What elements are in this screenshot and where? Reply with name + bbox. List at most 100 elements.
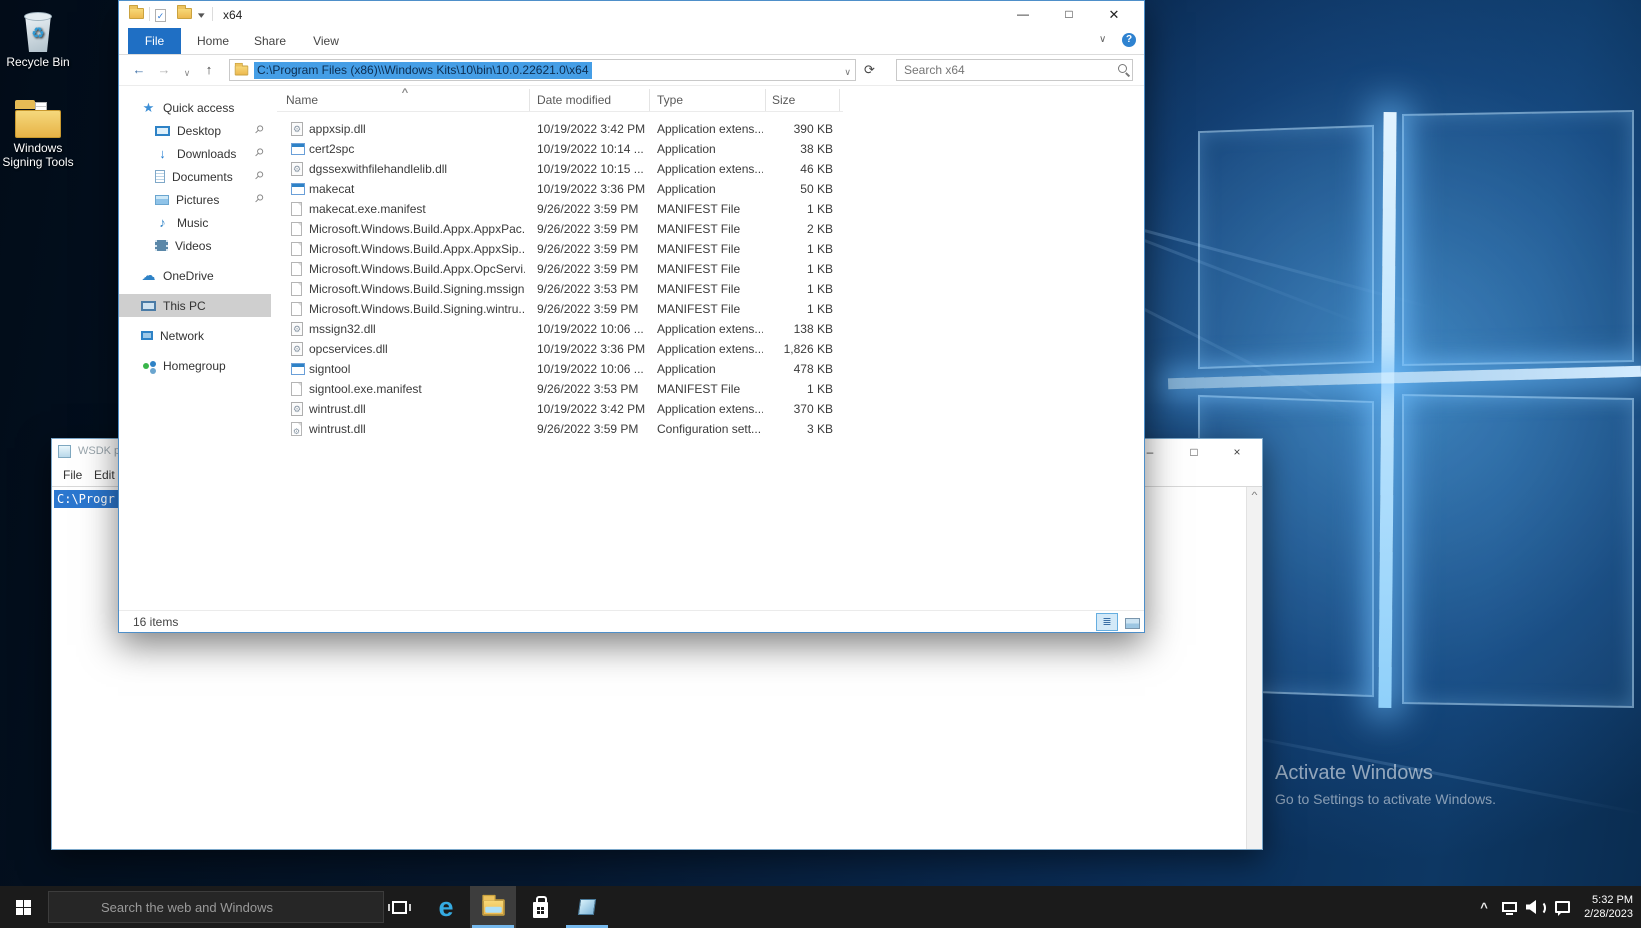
maximize-button[interactable]: □ [1055, 5, 1083, 24]
column-divider[interactable] [649, 89, 650, 111]
search-box[interactable] [896, 59, 1133, 81]
file-date-modified: 10/19/2022 10:06 ... [537, 362, 649, 376]
start-button[interactable] [0, 886, 48, 928]
file-size: 390 KB [747, 122, 833, 136]
explorer-titlebar[interactable]: ✓ ▾ x64 — □ ✕ [119, 1, 1144, 28]
tab-view[interactable]: View [303, 28, 349, 54]
file-row[interactable]: appxsip.dll10/19/2022 3:42 PMApplication… [277, 119, 843, 139]
sidebar-item-network[interactable]: Network [119, 324, 271, 347]
taskbar-notepad-button[interactable] [564, 886, 610, 928]
task-view-button[interactable] [376, 886, 422, 928]
dll-file-icon [291, 342, 303, 356]
customize-toolbar-chevron-icon[interactable]: ▾ [198, 10, 205, 21]
up-button[interactable]: ↑ [199, 61, 219, 79]
large-icons-view-button[interactable] [1120, 613, 1142, 631]
expand-ribbon-chevron-icon[interactable]: ∨ [1099, 34, 1106, 45]
notepad-icon [578, 899, 596, 915]
folder-icon [235, 66, 249, 76]
maximize-button[interactable]: □ [1183, 443, 1205, 461]
sidebar-item-music[interactable]: Music [119, 211, 271, 234]
action-center-icon [1555, 901, 1570, 913]
file-row[interactable]: signtool10/19/2022 10:06 ...Application4… [277, 359, 843, 379]
sidebar-item-downloads[interactable]: Downloads⚲ [119, 142, 271, 165]
taskbar-search-input[interactable] [49, 892, 383, 922]
forward-button[interactable]: → [154, 61, 174, 79]
properties-icon[interactable]: ✓ [155, 9, 166, 22]
sidebar-item-homegroup[interactable]: Homegroup [119, 354, 271, 377]
desktop-icon-recycle-bin[interactable]: ♻ Recycle Bin [0, 8, 76, 69]
column-header-date-modified[interactable]: Date modified [537, 93, 611, 107]
back-button[interactable]: ← [129, 61, 149, 79]
sidebar-item-this-pc[interactable]: This PC [119, 294, 271, 317]
taskbar-search-box[interactable] [48, 891, 384, 923]
notepad-scrollbar[interactable]: ^ [1246, 487, 1262, 849]
file-date-modified: 9/26/2022 3:59 PM [537, 302, 649, 316]
file-row[interactable]: signtool.exe.manifest9/26/2022 3:53 PMMA… [277, 379, 843, 399]
details-view-button[interactable]: ≣ [1096, 613, 1118, 631]
new-folder-icon[interactable] [177, 8, 192, 19]
volume-tray-button[interactable] [1523, 886, 1547, 928]
tab-file[interactable]: File [128, 28, 181, 54]
menu-file[interactable]: File [63, 468, 82, 482]
file-row[interactable]: Microsoft.Windows.Build.Appx.OpcServi...… [277, 259, 843, 279]
column-divider[interactable] [529, 89, 530, 111]
sidebar-item-label: Documents [172, 170, 233, 184]
file-date-modified: 10/19/2022 3:36 PM [537, 342, 649, 356]
search-icon[interactable] [1118, 64, 1127, 73]
close-button[interactable]: ✕ [1100, 5, 1128, 24]
file-row[interactable]: cert2spc10/19/2022 10:14 ...Application3… [277, 139, 843, 159]
sidebar-item-desktop[interactable]: Desktop⚲ [119, 119, 271, 142]
scroll-up-icon[interactable]: ^ [1244, 490, 1265, 500]
column-header-size[interactable]: Size [772, 93, 795, 107]
column-header-name[interactable]: Name [286, 93, 318, 107]
folder-front-icon [15, 110, 61, 138]
close-button[interactable]: × [1226, 443, 1248, 461]
tab-home[interactable]: Home [189, 28, 237, 54]
desktop-icon-label: Recycle Bin [0, 55, 76, 69]
search-input[interactable] [897, 60, 1132, 80]
refresh-button[interactable]: ⟳ [864, 63, 875, 77]
sidebar-item-onedrive[interactable]: OneDrive [119, 264, 271, 287]
file-row[interactable]: makecat.exe.manifest9/26/2022 3:59 PMMAN… [277, 199, 843, 219]
column-divider[interactable] [839, 89, 840, 111]
sidebar-item-documents[interactable]: Documents⚲ [119, 165, 271, 188]
taskbar-store-button[interactable] [517, 886, 563, 928]
file-row[interactable]: wintrust.dll9/26/2022 3:59 PMConfigurati… [277, 419, 843, 439]
address-bar[interactable]: C:\Program Files (x86)\\Windows Kits\10\… [229, 59, 856, 81]
show-hidden-icons-button[interactable]: ^ [1473, 886, 1495, 928]
quick-access-folder-icon[interactable] [129, 8, 144, 19]
file-row[interactable]: Microsoft.Windows.Build.Appx.AppxPac...9… [277, 219, 843, 239]
file-row[interactable]: makecat10/19/2022 3:36 PMApplication50 K… [277, 179, 843, 199]
taskbar-edge-button[interactable]: e [423, 886, 469, 928]
file-row[interactable]: dgssexwithfilehandlelib.dll10/19/2022 10… [277, 159, 843, 179]
recent-locations-chevron-icon[interactable]: ∨ [177, 64, 197, 82]
menu-edit[interactable]: Edit [94, 468, 115, 482]
file-size: 3 KB [747, 422, 833, 436]
file-date-modified: 9/26/2022 3:53 PM [537, 382, 649, 396]
sidebar-item-pictures[interactable]: Pictures⚲ [119, 188, 271, 211]
tab-share[interactable]: Share [245, 28, 295, 54]
file-row[interactable]: mssign32.dll10/19/2022 10:06 ...Applicat… [277, 319, 843, 339]
address-toolbar: ← → ∨ ↑ C:\Program Files (x86)\\Windows … [119, 55, 1144, 85]
file-row[interactable]: wintrust.dll10/19/2022 3:42 PMApplicatio… [277, 399, 843, 419]
file-date-modified: 10/19/2022 10:15 ... [537, 162, 649, 176]
address-dropdown-chevron-icon[interactable]: ∨ [844, 67, 851, 78]
file-row[interactable]: Microsoft.Windows.Build.Signing.mssign..… [277, 279, 843, 299]
video-icon [155, 240, 168, 251]
column-divider[interactable] [765, 89, 766, 111]
sidebar-item-quick-access[interactable]: Quick access [119, 96, 271, 119]
help-button[interactable]: ? [1122, 33, 1136, 47]
sidebar-item-videos[interactable]: Videos [119, 234, 271, 257]
minimize-button[interactable]: — [1009, 5, 1037, 24]
file-row[interactable]: opcservices.dll10/19/2022 3:36 PMApplica… [277, 339, 843, 359]
column-header-type[interactable]: Type [657, 93, 683, 107]
file-row[interactable]: Microsoft.Windows.Build.Appx.AppxSip....… [277, 239, 843, 259]
file-row[interactable]: Microsoft.Windows.Build.Signing.wintru..… [277, 299, 843, 319]
desktop-icon-windows-signing-tools[interactable]: WindowsSigning Tools [0, 100, 76, 169]
manifest-file-icon [291, 242, 302, 256]
toolbar-separator [149, 7, 150, 21]
taskbar-clock[interactable]: 5:32 PM 2/28/2023 [1584, 893, 1633, 921]
network-tray-button[interactable] [1497, 886, 1521, 928]
action-center-button[interactable] [1549, 886, 1575, 928]
taskbar-file-explorer-button[interactable] [470, 886, 516, 928]
